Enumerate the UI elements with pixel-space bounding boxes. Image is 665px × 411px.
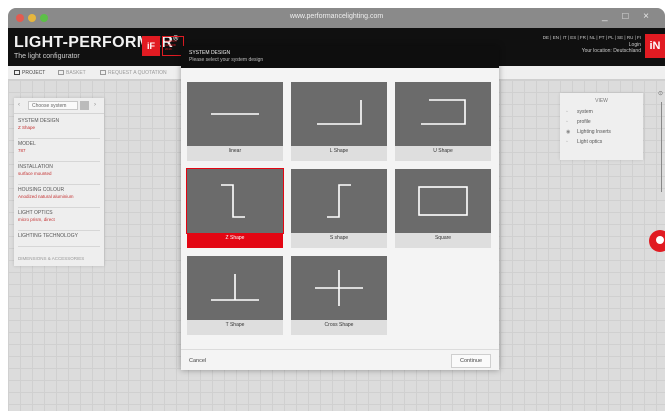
config-row-light-optics[interactable]: LIGHT OPTICS micro prism, direct bbox=[18, 210, 100, 231]
shape-label: U Shape bbox=[433, 148, 453, 154]
dialog-title: SYSTEM DESIGN bbox=[189, 50, 231, 56]
config-row-lighting-technology[interactable]: LIGHTING TECHNOLOGY bbox=[18, 233, 100, 247]
eye-icon: ◦ bbox=[566, 109, 568, 115]
config-title: MODEL bbox=[18, 141, 36, 147]
view-item-label: Lighting Inserts bbox=[577, 129, 611, 135]
view-toggle-lighting-inserts[interactable]: ◉ Lighting Inserts bbox=[566, 129, 611, 135]
config-title: LIGHTING TECHNOLOGY bbox=[18, 233, 78, 239]
cancel-button[interactable]: Cancel bbox=[189, 354, 229, 368]
basket-icon bbox=[58, 70, 64, 75]
view-panel: VIEW ◦ system ◦ profile ◉ Lighting Inserts … bbox=[560, 93, 643, 160]
l-shape-icon bbox=[291, 82, 387, 146]
eye-icon: ◦ bbox=[566, 119, 568, 125]
config-value: surface mounted bbox=[18, 171, 52, 176]
project-tab[interactable]: PROJECT bbox=[14, 70, 45, 76]
shape-label: L Shape bbox=[329, 148, 349, 154]
system-select[interactable]: Choose system bbox=[28, 101, 78, 110]
select-dropdown-icon[interactable] bbox=[80, 101, 89, 110]
dialog-footer: Cancel Continue bbox=[181, 349, 499, 370]
basket-tab-label: BASKET bbox=[66, 70, 86, 76]
chat-icon bbox=[656, 236, 664, 244]
view-toggle-light-optics[interactable]: ◦ Light optics bbox=[566, 139, 602, 145]
square-shape-icon bbox=[395, 169, 491, 233]
project-tab-label: PROJECT bbox=[22, 70, 46, 76]
dimensions-accessories-link[interactable]: DIMENSIONS & ACCESSORIES bbox=[18, 256, 84, 261]
next-arrow-icon[interactable]: › bbox=[94, 102, 96, 108]
project-icon bbox=[14, 70, 20, 75]
zoom-track[interactable] bbox=[661, 102, 662, 192]
config-title: SYSTEM DESIGN bbox=[18, 118, 60, 124]
shape-label: Square bbox=[434, 235, 452, 241]
basket-tab[interactable]: BASKET bbox=[58, 70, 86, 76]
config-row-installation[interactable]: INSTALLATION surface mounted bbox=[18, 164, 100, 185]
dialog-header: SYSTEM DESIGN Please select your system … bbox=[181, 46, 499, 68]
shape-label: linear bbox=[228, 148, 242, 154]
view-item-label: Light optics bbox=[577, 139, 603, 145]
brand-subtitle: The light configurator bbox=[14, 53, 80, 60]
config-value: Z Shape bbox=[18, 125, 36, 130]
view-panel-title: VIEW bbox=[595, 98, 608, 104]
shape-grid: linear L Shape U Shape Z Shape S shape S… bbox=[186, 82, 493, 346]
chat-button[interactable] bbox=[649, 230, 665, 252]
config-title: LIGHT OPTICS bbox=[18, 210, 53, 216]
language-selector[interactable]: DE | EN | IT | ES | FR | NL | PT | PL | … bbox=[543, 35, 641, 40]
zoom-in-icon[interactable]: ⊙ bbox=[658, 90, 663, 97]
zoom-slider[interactable]: ⊙ bbox=[658, 90, 665, 200]
shape-option-square[interactable]: Square bbox=[395, 169, 491, 248]
view-toggle-profile[interactable]: ◦ profile bbox=[566, 119, 591, 125]
shape-option-s-shape[interactable]: S shape bbox=[291, 169, 387, 248]
continue-button[interactable]: Continue bbox=[451, 354, 491, 368]
shape-option-l-shape[interactable]: L Shape bbox=[291, 82, 387, 161]
location-selector[interactable]: Your location: Deutschland bbox=[582, 48, 641, 54]
quotation-icon bbox=[100, 70, 106, 75]
config-value: Anodized natural aluminium bbox=[18, 194, 74, 199]
quotation-tab-label: REQUEST A QUOTATION bbox=[108, 70, 167, 76]
view-item-label: profile bbox=[577, 119, 591, 125]
line-shape-icon bbox=[187, 82, 283, 146]
eye-icon: ◉ bbox=[566, 129, 571, 135]
prev-arrow-icon[interactable]: ‹ bbox=[18, 102, 20, 108]
window-controls[interactable]: _ □ × bbox=[602, 11, 655, 22]
shape-label: T Shape bbox=[225, 322, 245, 328]
z-shape-icon bbox=[186, 168, 284, 234]
eye-icon: ◦ bbox=[566, 139, 568, 145]
view-toggle-system[interactable]: ◦ system bbox=[566, 109, 593, 115]
shape-option-linear[interactable]: linear bbox=[187, 82, 283, 161]
system-design-dialog: SYSTEM DESIGN Please select your system … bbox=[181, 46, 499, 370]
cross-shape-icon bbox=[291, 256, 387, 320]
shape-option-z-shape[interactable]: Z Shape bbox=[186, 168, 284, 248]
config-value: 787 bbox=[18, 148, 26, 153]
shape-option-t-shape[interactable]: T Shape bbox=[187, 256, 283, 335]
view-item-label: system bbox=[577, 109, 593, 115]
dialog-subtitle: Please select your system design bbox=[189, 57, 264, 63]
configuration-panel: ‹ Choose system › SYSTEM DESIGN Z Shape … bbox=[14, 98, 104, 266]
config-title: HOUSING COLOUR bbox=[18, 187, 65, 193]
config-row-model[interactable]: MODEL 787 bbox=[18, 141, 100, 162]
config-title: INSTALLATION bbox=[18, 164, 53, 170]
shape-label: Z Shape bbox=[225, 235, 245, 241]
system-selector: ‹ Choose system › bbox=[14, 98, 104, 114]
s-shape-icon bbox=[291, 169, 387, 233]
u-shape-icon bbox=[395, 82, 491, 146]
config-row-system-design[interactable]: SYSTEM DESIGN Z Shape bbox=[18, 118, 100, 139]
config-value: micro prism, direct bbox=[18, 217, 55, 222]
shape-label: Cross Shape bbox=[324, 322, 354, 328]
shape-option-u-shape[interactable]: U Shape bbox=[395, 82, 491, 161]
award-logo: iF bbox=[142, 36, 160, 56]
address-bar[interactable]: www.performancelighting.com bbox=[8, 13, 665, 20]
shape-label: S shape bbox=[329, 235, 349, 241]
title-bar: www.performancelighting.com _ □ × bbox=[8, 8, 665, 28]
quotation-tab[interactable]: REQUEST A QUOTATION bbox=[100, 70, 167, 76]
config-row-housing-colour[interactable]: HOUSING COLOUR Anodized natural aluminiu… bbox=[18, 187, 100, 208]
shape-option-cross-shape[interactable]: Cross Shape bbox=[291, 256, 387, 335]
t-shape-icon bbox=[187, 256, 283, 320]
company-logo[interactable]: iN bbox=[645, 34, 665, 58]
